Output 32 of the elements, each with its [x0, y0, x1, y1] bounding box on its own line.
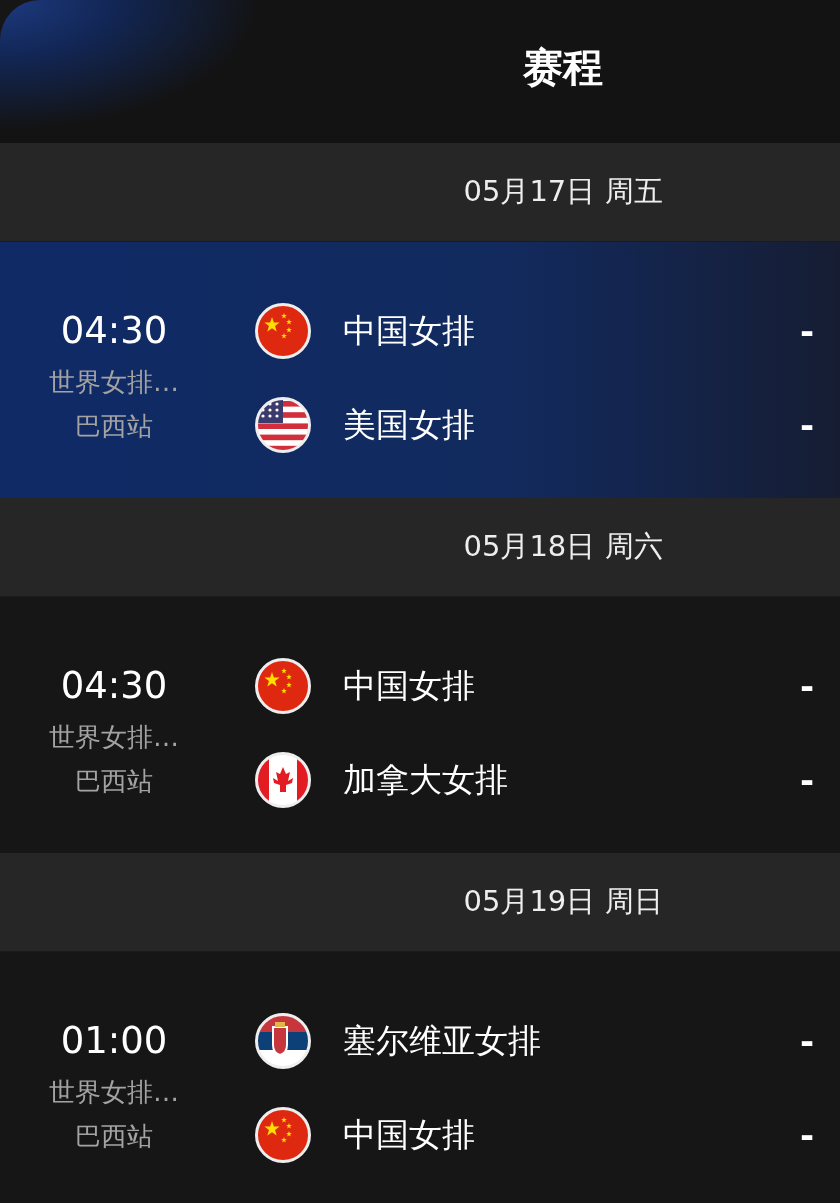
date-label: 05月19日 周日	[463, 883, 663, 920]
match-time: 04:30	[60, 308, 168, 354]
team-score: -	[799, 1021, 814, 1061]
match-time: 04:30	[60, 663, 168, 709]
stage-name: 巴西站	[75, 410, 153, 443]
flag-icon	[255, 658, 311, 714]
team-name: 美国女排	[343, 403, 476, 446]
flag-icon	[255, 303, 311, 359]
team-score: -	[799, 311, 814, 351]
match-time: 01:00	[60, 1018, 168, 1064]
team-name: 中国女排	[343, 309, 476, 352]
flag-icon	[255, 752, 311, 808]
league-name: 世界女排…	[49, 366, 179, 399]
date-label: 05月18日 周六	[463, 528, 663, 565]
league-name: 世界女排…	[49, 1076, 179, 1109]
team-score: -	[799, 760, 814, 800]
match-card[interactable]: 04:30 世界女排… 巴西站 中国女排 - 美国女排 -	[0, 242, 840, 498]
flag-icon	[255, 1107, 311, 1163]
stage-name: 巴西站	[75, 765, 153, 798]
team-name: 加拿大女排	[343, 758, 509, 801]
stage-name: 巴西站	[75, 1120, 153, 1153]
team-score: -	[799, 405, 814, 445]
date-label: 05月17日 周五	[463, 173, 663, 210]
flag-icon	[255, 1013, 311, 1069]
page-title: 赛程	[523, 43, 603, 92]
team-name: 中国女排	[343, 1113, 476, 1156]
team-name: 中国女排	[343, 664, 476, 707]
team-name: 塞尔维亚女排	[343, 1019, 542, 1062]
team-score: -	[799, 666, 814, 706]
league-name: 世界女排…	[49, 721, 179, 754]
flag-icon	[255, 397, 311, 453]
team-score: -	[799, 1115, 814, 1155]
